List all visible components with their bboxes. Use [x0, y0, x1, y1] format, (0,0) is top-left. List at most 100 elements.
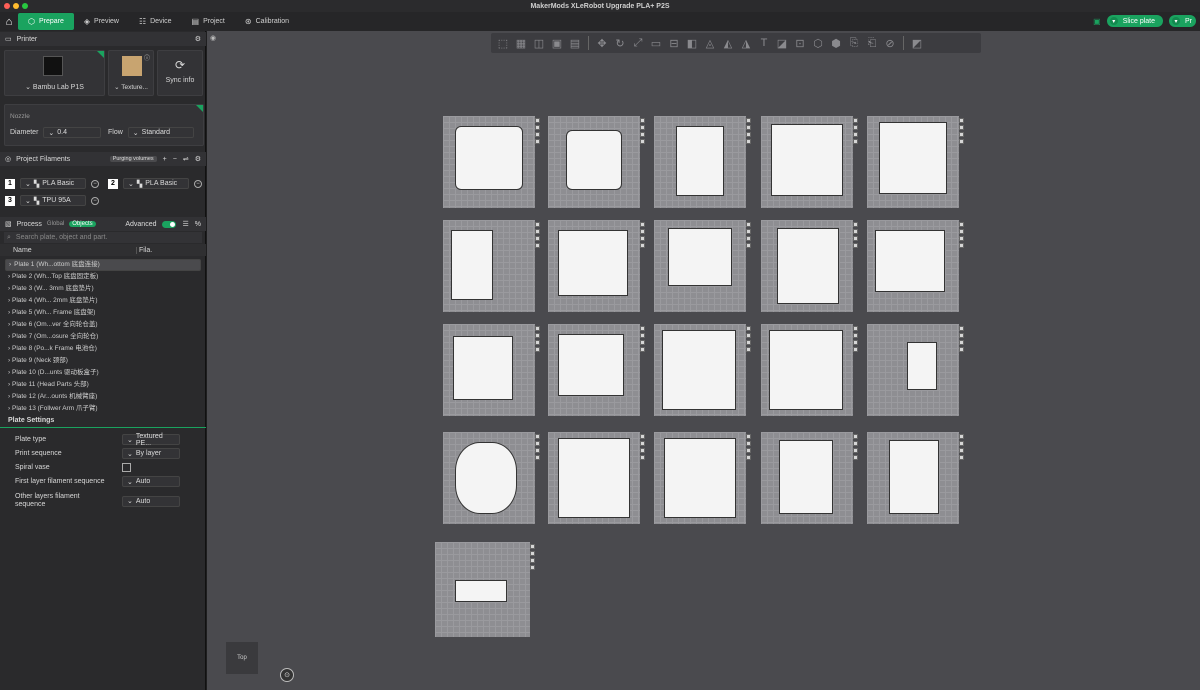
list-item[interactable]: › Plate 6 (Om...ver 全向轮仓盖)	[0, 319, 206, 331]
plate-action-icon[interactable]	[535, 125, 540, 130]
build-plate[interactable]	[548, 324, 645, 421]
diameter-select[interactable]: ⌄ 0.4	[43, 127, 102, 138]
plate-action-icon[interactable]	[535, 448, 540, 453]
filament-select[interactable]: ⌄ ▚ PLA Basic	[123, 178, 189, 189]
view-toggle-icon[interactable]: ◉	[210, 34, 216, 42]
tab-preview[interactable]: ◈ Preview	[74, 13, 129, 30]
build-plate[interactable]	[761, 220, 858, 317]
search-field[interactable]: ⌕ Search plate, object and part.	[4, 232, 202, 243]
gear-icon[interactable]: ⚙	[195, 35, 201, 43]
plate-action-icon[interactable]	[535, 118, 540, 123]
plate-action-icon[interactable]	[959, 441, 964, 446]
color-paint-icon[interactable]: ◮	[738, 35, 754, 51]
plate-action-icon[interactable]	[535, 326, 540, 331]
plate-action-icon[interactable]	[959, 326, 964, 331]
plate-action-icon[interactable]	[853, 326, 858, 331]
plate-action-icon[interactable]	[640, 243, 645, 248]
plate-action-icon[interactable]	[853, 347, 858, 352]
support-paint-icon[interactable]: ◬	[702, 35, 718, 51]
plate-action-icon[interactable]	[640, 229, 645, 234]
remove-filament-icon[interactable]: −	[91, 196, 99, 205]
plate-action-icon[interactable]	[853, 243, 858, 248]
plate-action-icon[interactable]	[640, 455, 645, 460]
edit-corner-icon[interactable]	[196, 105, 203, 112]
filament-select[interactable]: ⌄ ▚ PLA Basic	[20, 178, 86, 189]
edit-corner-icon[interactable]	[97, 51, 104, 58]
part-model[interactable]	[455, 126, 523, 190]
split-icon[interactable]: ▤	[567, 35, 583, 51]
plate-action-icon[interactable]	[853, 340, 858, 345]
plate-action-icon[interactable]	[746, 448, 751, 453]
plate-action-icon[interactable]	[746, 222, 751, 227]
part-model[interactable]	[662, 330, 736, 410]
part-model[interactable]	[779, 440, 833, 514]
plate-action-icon[interactable]	[853, 125, 858, 130]
plate-action-icon[interactable]	[535, 139, 540, 144]
first-layer-sequence-select[interactable]: ⌄ Auto	[122, 476, 180, 487]
plate-action-icon[interactable]	[640, 125, 645, 130]
plate-action-icon[interactable]	[959, 222, 964, 227]
part-model[interactable]	[907, 342, 937, 390]
objects-toggle[interactable]: Objects	[69, 221, 96, 227]
part-model[interactable]	[664, 438, 736, 518]
build-plate[interactable]	[654, 324, 751, 421]
plate-action-icon[interactable]	[746, 139, 751, 144]
view-cube[interactable]: Top	[226, 642, 258, 674]
plate-action-icon[interactable]	[640, 340, 645, 345]
part-model[interactable]	[676, 126, 724, 196]
text-icon[interactable]: T	[756, 35, 772, 51]
part-model[interactable]	[769, 330, 843, 410]
list-item[interactable]: › Plate 1 (Wh...ottom 底盘连接)	[5, 259, 201, 271]
arrange-icon[interactable]: ▣	[549, 35, 565, 51]
build-plate[interactable]	[548, 220, 645, 317]
part-model[interactable]	[453, 336, 513, 400]
chevron-down-icon[interactable]: ▾	[1109, 17, 1118, 25]
purging-volumes-button[interactable]: Purging volumes	[109, 156, 157, 162]
variable-layer-icon[interactable]: ⬢	[828, 35, 844, 51]
info-icon[interactable]: ⓘ	[144, 53, 150, 62]
save-project-icon[interactable]: ▣	[1093, 17, 1101, 26]
plate-action-icon[interactable]	[535, 340, 540, 345]
build-plate[interactable]	[654, 220, 751, 317]
plate-action-icon[interactable]	[746, 326, 751, 331]
build-plate[interactable]	[548, 116, 645, 213]
plate-action-icon[interactable]	[746, 441, 751, 446]
list-item[interactable]: › Plate 2 (Wh...Top 底盘固定板)	[0, 271, 206, 283]
tab-calibration[interactable]: ⊛ Calibration	[235, 13, 299, 30]
print-plate-button[interactable]: ▾ Pr	[1169, 15, 1196, 27]
plate-action-icon[interactable]	[853, 236, 858, 241]
plate-action-icon[interactable]	[959, 347, 964, 352]
plate-action-icon[interactable]	[535, 434, 540, 439]
plate-action-icon[interactable]	[853, 455, 858, 460]
list-item[interactable]: › Plate 9 (Neck 颈部)	[0, 355, 206, 367]
part-model[interactable]	[879, 122, 947, 194]
add-plate-icon[interactable]: ▦	[513, 35, 529, 51]
plate-action-icon[interactable]	[959, 118, 964, 123]
remove-filament-icon[interactable]: −	[91, 179, 99, 188]
plate-action-icon[interactable]	[746, 236, 751, 241]
plate-action-icon[interactable]	[530, 565, 535, 570]
build-plate[interactable]	[761, 432, 858, 529]
part-model[interactable]	[455, 580, 507, 602]
list-item[interactable]: › Plate 8 (Po...k Frame 电池仓)	[0, 343, 206, 355]
plate-action-icon[interactable]	[535, 132, 540, 137]
plate-action-icon[interactable]	[746, 132, 751, 137]
plate-action-icon[interactable]	[746, 340, 751, 345]
plate-action-icon[interactable]	[853, 434, 858, 439]
plate-action-icon[interactable]	[746, 434, 751, 439]
build-plate[interactable]	[654, 116, 751, 213]
plate-action-icon[interactable]	[853, 132, 858, 137]
build-plate[interactable]	[435, 542, 535, 642]
plate-action-icon[interactable]	[959, 236, 964, 241]
other-layers-sequence-select[interactable]: ⌄ Auto	[122, 495, 180, 507]
seam-paint-icon[interactable]: ◭	[720, 35, 736, 51]
plate-action-icon[interactable]	[535, 441, 540, 446]
plate-action-icon[interactable]	[746, 118, 751, 123]
build-plate[interactable]	[867, 220, 964, 317]
plate-action-icon[interactable]	[959, 229, 964, 234]
plate-action-icon[interactable]	[640, 118, 645, 123]
plate-action-icon[interactable]	[640, 434, 645, 439]
plate-action-icon[interactable]	[746, 333, 751, 338]
part-model[interactable]	[777, 228, 839, 304]
plate-action-icon[interactable]	[535, 222, 540, 227]
